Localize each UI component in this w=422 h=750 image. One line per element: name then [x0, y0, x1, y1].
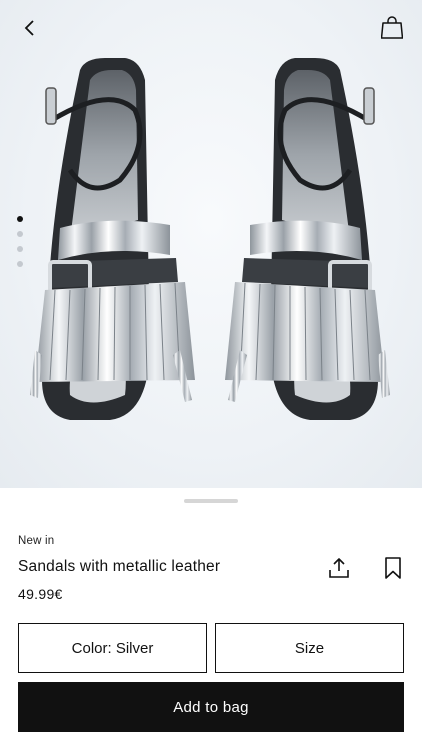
- bookmark-icon: [384, 556, 402, 585]
- new-in-badge: New in: [18, 535, 55, 547]
- shopping-bag-button[interactable]: [374, 14, 410, 46]
- pagination-dot[interactable]: [17, 216, 23, 222]
- pagination-dot[interactable]: [17, 246, 23, 252]
- product-image[interactable]: [30, 50, 390, 440]
- gallery-pagination: [17, 216, 23, 267]
- pagination-dot[interactable]: [17, 261, 23, 267]
- color-selector-button[interactable]: Color: Silver: [18, 623, 207, 673]
- shopping-bag-icon: [380, 15, 404, 45]
- save-button[interactable]: [379, 556, 407, 584]
- product-name: Sandals with metallic leather: [18, 558, 221, 575]
- add-to-bag-button[interactable]: Add to bag: [18, 682, 404, 732]
- share-button[interactable]: [325, 556, 353, 584]
- product-price: 49.99€: [18, 586, 63, 602]
- sheet-drag-handle[interactable]: [184, 499, 238, 503]
- size-selector-button[interactable]: Size: [215, 623, 404, 673]
- chevron-left-icon: [23, 19, 37, 42]
- pagination-dot[interactable]: [17, 231, 23, 237]
- back-button[interactable]: [12, 14, 48, 46]
- left-sandal: [30, 58, 195, 420]
- share-icon: [327, 556, 351, 585]
- product-details-sheet: New in Sandals with metallic leather 49.…: [0, 488, 422, 750]
- product-gallery[interactable]: [0, 0, 422, 488]
- right-sandal: [225, 58, 390, 420]
